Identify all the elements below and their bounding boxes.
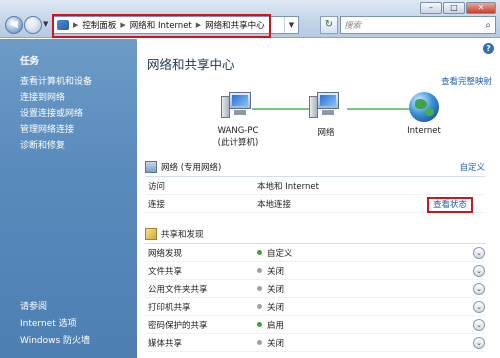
expand-chevron-icon[interactable]: ⌄ xyxy=(473,264,485,277)
task-pane: 任务 查看计算机和设备 连接到网络 设置连接或网络 管理网络连接 诊断和修复 请… xyxy=(0,39,137,358)
row-value: 自定义 xyxy=(267,248,293,259)
row-value: 关闭 xyxy=(267,284,285,295)
network-section-icon xyxy=(145,161,157,173)
search-placeholder: 搜索 xyxy=(344,21,362,31)
row-key: 连接 xyxy=(148,199,166,210)
network-section-header: 网络 (专用网络) 自定义 xyxy=(145,159,485,175)
sharing-row-printer: 打印机共享 关闭 ⌄ xyxy=(145,298,485,316)
row-key: 网络发现 xyxy=(148,248,183,259)
sharing-row-file-sharing: 文件共享 关闭 ⌄ xyxy=(145,262,485,280)
task-view-computers[interactable]: 查看计算机和设备 xyxy=(20,74,137,90)
title-bar: – □ ✕ ◀ ▶ ▼ ▶ 控制面板 ▶ 网络和 Internet ▶ 网络和共… xyxy=(0,0,500,38)
status-off-icon xyxy=(257,286,262,291)
computer-icon xyxy=(221,92,255,122)
task-manage-connections[interactable]: 管理网络连接 xyxy=(20,122,137,138)
status-on-icon xyxy=(257,250,262,255)
see-also-heading: 请参阅 xyxy=(20,302,48,312)
row-value: 关闭 xyxy=(267,302,285,313)
network-row-access: 访问 本地和 Internet xyxy=(145,177,485,195)
row-key: 媒体共享 xyxy=(148,338,183,349)
status-off-icon xyxy=(257,340,262,345)
breadcrumb: ▶ 控制面板 ▶ 网络和 Internet ▶ 网络和共享中心 xyxy=(69,19,265,31)
search-icon[interactable]: ⌕ xyxy=(485,20,491,31)
control-panel-icon xyxy=(57,20,69,30)
task-diagnose-repair[interactable]: 诊断和修复 xyxy=(20,138,137,154)
row-value: 关闭 xyxy=(267,266,285,277)
breadcrumb-separator-icon[interactable]: ▶ xyxy=(120,21,125,29)
expand-chevron-icon[interactable]: ⌄ xyxy=(473,246,485,259)
sharing-row-network-discovery: 网络发现 自定义 ⌄ xyxy=(145,244,485,262)
refresh-icon: ↻ xyxy=(324,19,334,30)
forward-arrow-icon: ▶ xyxy=(29,19,37,30)
expand-chevron-icon[interactable]: ⌄ xyxy=(473,336,485,349)
window-controls: – □ ✕ xyxy=(420,2,496,14)
back-arrow-icon: ◀ xyxy=(10,19,18,30)
network-section-title: 网络 (专用网络) xyxy=(161,163,222,173)
address-dropdown-icon[interactable]: ▼ xyxy=(284,17,298,33)
close-button[interactable]: ✕ xyxy=(466,2,496,14)
globe-icon xyxy=(409,92,439,122)
row-key: 密码保护的共享 xyxy=(148,320,208,331)
internet-label: Internet xyxy=(407,126,441,136)
expand-chevron-icon[interactable]: ⌄ xyxy=(473,318,485,331)
sharing-row-media: 媒体共享 关闭 ⌄ xyxy=(145,334,485,352)
maximize-button[interactable]: □ xyxy=(443,2,465,14)
task-connect-network[interactable]: 连接到网络 xyxy=(20,90,137,106)
sharing-row-password-protected: 密码保护的共享 启用 ⌄ xyxy=(145,316,485,334)
row-value: 本地和 Internet xyxy=(257,181,319,192)
breadcrumb-separator-icon[interactable]: ▶ xyxy=(196,21,201,29)
refresh-button[interactable]: ↻ xyxy=(320,16,338,34)
main-content: ? 网络和共享中心 查看完整映射 WANG-PC (此计算机) 网络 Inter… xyxy=(137,39,500,358)
see-also-section: 请参阅 Internet 选项 Windows 防火墙 xyxy=(20,299,90,350)
network-label: 网络 xyxy=(317,128,335,138)
sharing-section-header: 共享和发现 xyxy=(145,226,485,242)
row-key: 打印机共享 xyxy=(148,302,191,313)
address-bar[interactable]: ▶ 控制面板 ▶ 网络和 Internet ▶ 网络和共享中心 ▼ xyxy=(52,16,299,34)
see-also-windows-firewall[interactable]: Windows 防火墙 xyxy=(20,333,90,350)
breadcrumb-item-sharing-center[interactable]: 网络和共享中心 xyxy=(205,19,265,31)
network-node: 网络 xyxy=(305,92,347,138)
pc-network-link xyxy=(252,108,310,110)
row-key: 公用文件夹共享 xyxy=(148,284,208,295)
status-off-icon xyxy=(257,304,262,309)
breadcrumb-item-control-panel[interactable]: 控制面板 xyxy=(82,19,116,31)
computer-node: WANG-PC (此计算机) xyxy=(207,92,269,148)
network-icon xyxy=(309,92,343,122)
recent-pages-dropdown-icon[interactable]: ▼ xyxy=(43,20,48,28)
customize-link[interactable]: 自定义 xyxy=(459,161,485,173)
sharing-section-title: 共享和发现 xyxy=(161,230,204,240)
forward-button[interactable]: ▶ xyxy=(24,16,42,34)
view-status-link[interactable]: 查看状态 xyxy=(427,197,473,213)
search-input[interactable]: 搜索 ⌕ xyxy=(340,16,496,34)
sharing-section-icon xyxy=(145,228,157,240)
view-full-map-link[interactable]: 查看完整映射 xyxy=(441,75,492,87)
expand-chevron-icon[interactable]: ⌄ xyxy=(473,282,485,295)
sharing-row-public-folder: 公用文件夹共享 关闭 ⌄ xyxy=(145,280,485,298)
expand-chevron-icon[interactable]: ⌄ xyxy=(473,300,485,313)
status-on-icon xyxy=(257,322,262,327)
row-value: 关闭 xyxy=(267,338,285,349)
task-setup-connection[interactable]: 设置连接或网络 xyxy=(20,106,137,122)
internet-node: Internet xyxy=(402,92,446,136)
help-icon[interactable]: ? xyxy=(483,43,494,54)
task-pane-heading: 任务 xyxy=(20,56,40,67)
row-key: 文件共享 xyxy=(148,266,183,277)
breadcrumb-separator-icon: ▶ xyxy=(73,21,79,29)
computer-name: WANG-PC xyxy=(217,126,259,136)
computer-subtitle: (此计算机) xyxy=(217,138,259,148)
back-button[interactable]: ◀ xyxy=(5,16,23,34)
breadcrumb-item-network-internet[interactable]: 网络和 Internet xyxy=(130,19,192,31)
minimize-button[interactable]: – xyxy=(420,2,442,14)
see-also-internet-options[interactable]: Internet 选项 xyxy=(20,316,90,333)
status-off-icon xyxy=(257,268,262,273)
page-title: 网络和共享中心 xyxy=(147,57,235,72)
row-key: 访问 xyxy=(148,181,166,192)
row-value: 启用 xyxy=(267,320,285,331)
